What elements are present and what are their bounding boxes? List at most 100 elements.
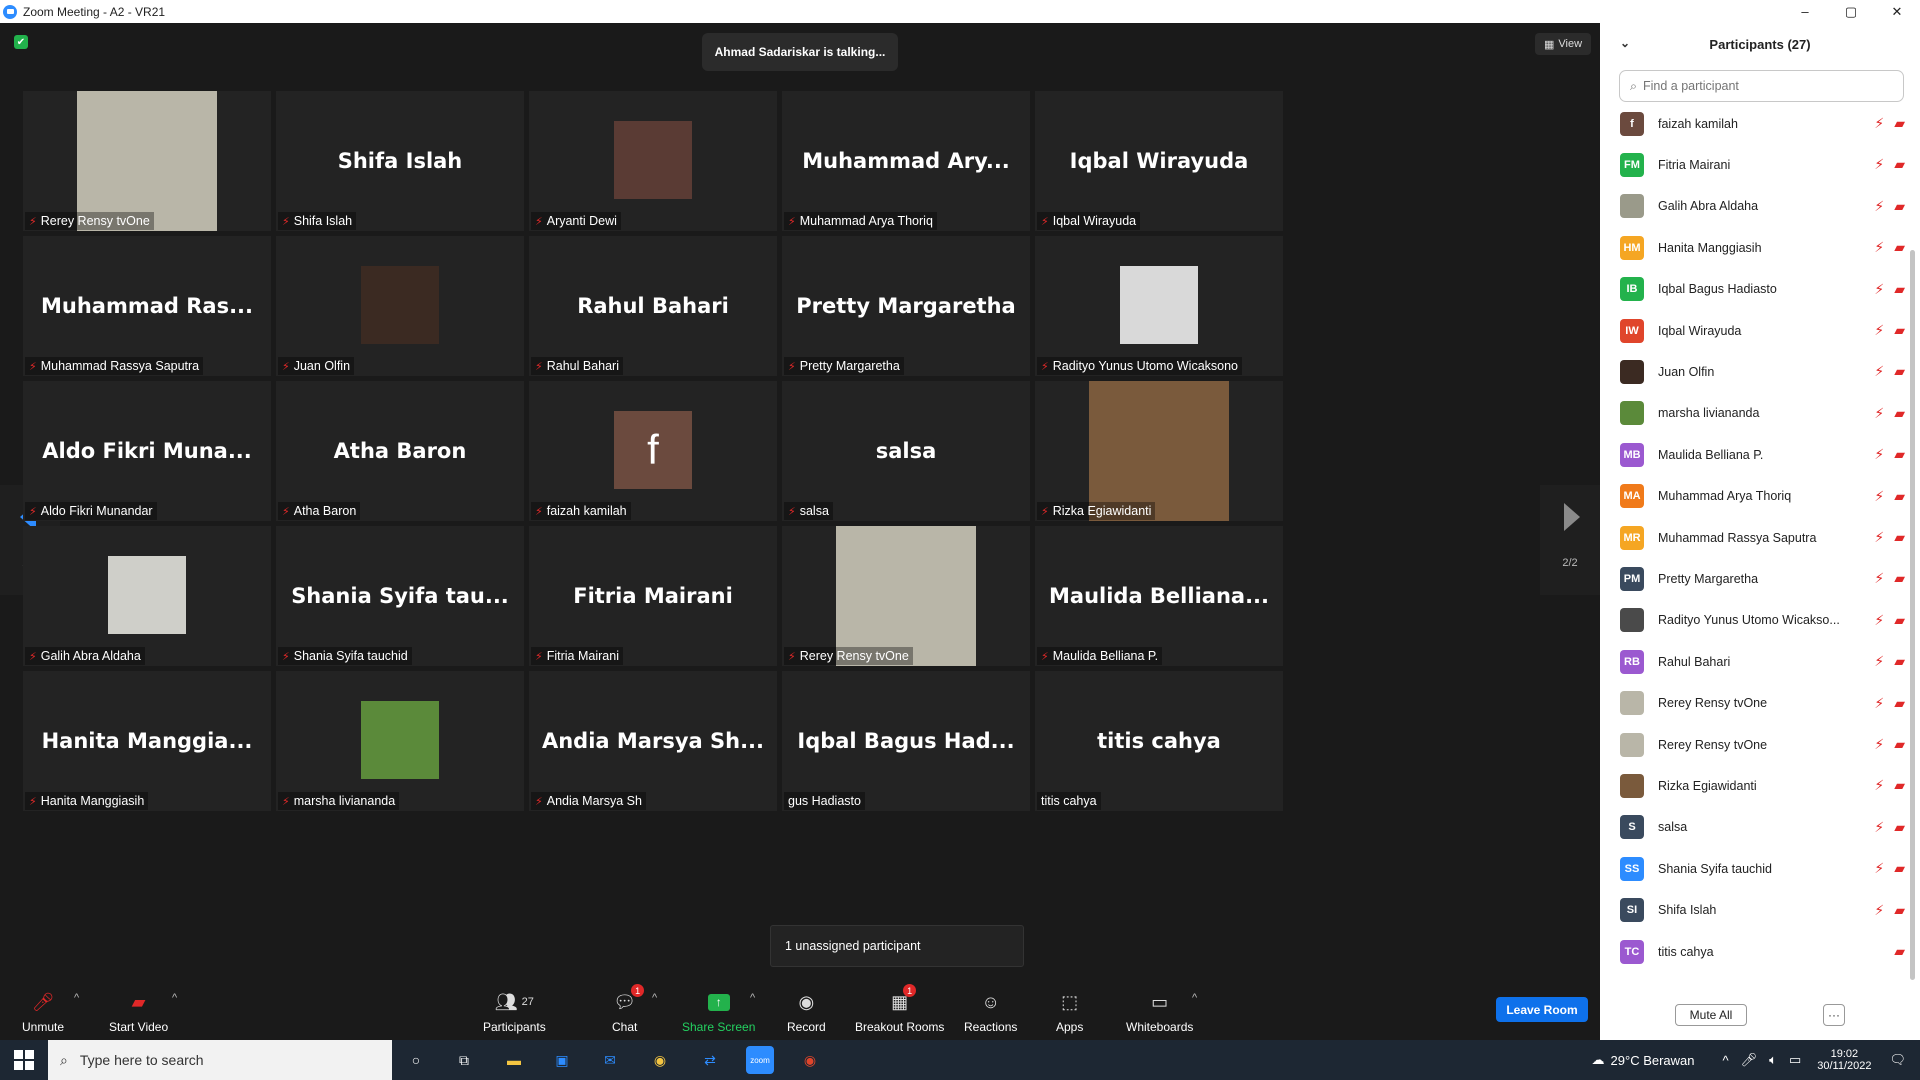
- leave-room-button[interactable]: Leave Room: [1496, 997, 1588, 1022]
- task-view-icon[interactable]: ⧉: [450, 1046, 478, 1074]
- participant-row[interactable]: FM Fitria Mairani ⚡︎ ▰: [1620, 144, 1905, 185]
- video-tile[interactable]: Hanita Manggia... ⚡︎ Hanita Manggiasih: [23, 671, 271, 811]
- audio-options-caret-icon[interactable]: ^: [74, 992, 79, 1004]
- participants-button[interactable]: 👥︎ 27 Participants: [483, 990, 546, 1035]
- video-tile[interactable]: ⚡︎ Rerey Rensy tvOne: [23, 91, 271, 231]
- tray-chevron-icon[interactable]: ^: [1723, 1053, 1729, 1068]
- zoom-app-icon[interactable]: zoom: [746, 1046, 774, 1074]
- chrome-app-icon[interactable]: ◉: [796, 1046, 824, 1074]
- volume-icon[interactable]: 🔈︎: [1769, 1052, 1777, 1068]
- whiteboards-button[interactable]: ▭ Whiteboards: [1126, 990, 1193, 1035]
- participant-row[interactable]: RB Rahul Bahari ⚡︎ ▰: [1620, 641, 1905, 682]
- more-options-button[interactable]: ···: [1823, 1004, 1845, 1026]
- participant-search-input[interactable]: [1643, 79, 1884, 93]
- tile-display-name: titis cahya: [1097, 729, 1221, 753]
- taskbar-search[interactable]: ⌕ Type here to search: [48, 1040, 392, 1080]
- chrome-icon[interactable]: ◉: [646, 1046, 674, 1074]
- video-tile[interactable]: Aldo Fikri Muna... ⚡︎ Aldo Fikri Munandar: [23, 381, 271, 521]
- participant-row[interactable]: Radityo Yunus Utomo Wicakso... ⚡︎ ▰: [1620, 600, 1905, 641]
- notifications-icon[interactable]: 🗨︎: [1889, 1052, 1906, 1068]
- video-tile[interactable]: Shania Syifa tau... ⚡︎ Shania Syifa tauchi…: [276, 526, 524, 666]
- participant-row[interactable]: Galih Abra Aldaha ⚡︎ ▰: [1620, 186, 1905, 227]
- whiteboard-options-caret-icon[interactable]: ^: [1192, 992, 1197, 1004]
- participant-row[interactable]: IB Iqbal Bagus Hadiasto ⚡︎ ▰: [1620, 269, 1905, 310]
- mic-icon[interactable]: 🎤︎: [1741, 1052, 1758, 1068]
- teamviewer-icon[interactable]: ⇄: [696, 1046, 724, 1074]
- participant-row[interactable]: MR Muhammad Rassya Saputra ⚡︎ ▰: [1620, 517, 1905, 558]
- start-video-button[interactable]: ▰ Start Video: [109, 990, 168, 1035]
- apps-button[interactable]: ⬚ Apps: [1056, 990, 1083, 1035]
- windows-taskbar: ⌕ Type here to search ○ ⧉ ▬ ▣ ✉ ◉ ⇄ zoom…: [0, 1040, 1920, 1080]
- participant-row[interactable]: SI Shifa Islah ⚡︎ ▰: [1620, 890, 1905, 931]
- security-shield-icon[interactable]: ✔: [14, 35, 28, 49]
- file-explorer-icon[interactable]: ▬: [500, 1046, 528, 1074]
- breakout-rooms-button[interactable]: ▦ 1 Breakout Rooms: [855, 984, 944, 1034]
- video-tile[interactable]: ⚡︎ Rerey Rensy tvOne: [782, 526, 1030, 666]
- mic-muted-icon: ⚡︎: [788, 505, 796, 518]
- network-icon[interactable]: ▭: [1789, 1052, 1801, 1068]
- video-options-caret-icon[interactable]: ^: [172, 992, 177, 1004]
- video-tile[interactable]: Atha Baron ⚡︎ Atha Baron: [276, 381, 524, 521]
- avatar: [1620, 401, 1644, 426]
- minimize-button[interactable]: –: [1782, 0, 1828, 23]
- tile-display-name: salsa: [875, 439, 937, 463]
- participant-row[interactable]: IW Iqbal Wirayuda ⚡︎ ▰: [1620, 310, 1905, 351]
- participant-row[interactable]: Ssalsa ⚡︎ ▰: [1620, 807, 1905, 848]
- cortana-icon[interactable]: ○: [402, 1046, 430, 1074]
- participant-row[interactable]: Juan Olfin ⚡︎ ▰: [1620, 351, 1905, 392]
- unmute-button[interactable]: 🎤︎ Unmute: [22, 990, 64, 1035]
- record-button[interactable]: ◉ Record: [787, 990, 826, 1035]
- video-tile[interactable]: ⚡︎ Galih Abra Aldaha: [23, 526, 271, 666]
- reactions-button[interactable]: ☺ Reactions: [964, 990, 1017, 1035]
- video-tile[interactable]: Fitria Mairani ⚡︎ Fitria Mairani: [529, 526, 777, 666]
- chat-button[interactable]: 💬︎ 1 Chat: [612, 984, 645, 1034]
- participant-row[interactable]: TC titis cahya ▰: [1620, 931, 1905, 972]
- mute-all-button[interactable]: Mute All: [1675, 1004, 1747, 1026]
- video-tile[interactable]: titis cahya titis cahya: [1035, 671, 1283, 811]
- video-tile[interactable]: Rahul Bahari ⚡︎ Rahul Bahari: [529, 236, 777, 376]
- participant-row[interactable]: Rerey Rensy tvOne ⚡︎ ▰: [1620, 724, 1905, 765]
- windows-start-icon[interactable]: [14, 1050, 34, 1070]
- video-tile[interactable]: Maulida Belliana... ⚡︎ Maulida Belliana P.: [1035, 526, 1283, 666]
- participant-row[interactable]: marsha liviananda ⚡︎ ▰: [1620, 393, 1905, 434]
- participant-row[interactable]: Rerey Rensy tvOne ⚡︎ ▰: [1620, 683, 1905, 724]
- participant-search[interactable]: ⌕: [1619, 70, 1904, 102]
- video-tile[interactable]: ⚡︎ Radityo Yunus Utomo Wicaksono: [1035, 236, 1283, 376]
- participant-list-name: Shania Syifa tauchid: [1658, 861, 1772, 876]
- participant-row[interactable]: MB Maulida Belliana P. ⚡︎ ▰: [1620, 434, 1905, 475]
- video-tile[interactable]: f ⚡︎ faizah kamilah: [529, 381, 777, 521]
- video-tile[interactable]: Shifa Islah ⚡︎ Shifa Islah: [276, 91, 524, 231]
- store-icon[interactable]: ▣: [548, 1046, 576, 1074]
- video-tile[interactable]: ⚡︎ Juan Olfin: [276, 236, 524, 376]
- share-screen-button[interactable]: ↑ Share Screen: [682, 990, 755, 1034]
- woman-lying-hijab-photo: [1089, 381, 1229, 521]
- video-tile[interactable]: ⚡︎ Aryanti Dewi: [529, 91, 777, 231]
- participant-list-scrollbar[interactable]: [1910, 250, 1915, 980]
- participant-name: Pretty Margaretha: [799, 359, 900, 373]
- participant-row[interactable]: MA Muhammad Arya Thoriq ⚡︎ ▰: [1620, 476, 1905, 517]
- maximize-button[interactable]: ▢: [1828, 0, 1874, 23]
- participant-row[interactable]: Rizka Egiawidanti ⚡︎ ▰: [1620, 765, 1905, 806]
- video-tile[interactable]: Muhammad Ary... ⚡︎ Muhammad Arya Thoriq: [782, 91, 1030, 231]
- chat-options-caret-icon[interactable]: ^: [652, 992, 657, 1004]
- participant-row[interactable]: SS Shania Syifa tauchid ⚡︎ ▰: [1620, 848, 1905, 889]
- close-button[interactable]: ✕: [1874, 0, 1920, 23]
- view-button[interactable]: ▦ View: [1535, 33, 1591, 55]
- participant-row[interactable]: PM Pretty Margaretha ⚡︎ ▰: [1620, 558, 1905, 599]
- mail-icon[interactable]: ✉: [596, 1046, 624, 1074]
- video-tile[interactable]: ⚡︎ marsha liviananda: [276, 671, 524, 811]
- video-tile[interactable]: Muhammad Ras... ⚡︎ Muhammad Rassya Saputra: [23, 236, 271, 376]
- avatar: RB: [1620, 649, 1644, 674]
- participant-row[interactable]: HM Hanita Manggiasih ⚡︎ ▰: [1620, 227, 1905, 268]
- video-tile[interactable]: salsa ⚡︎ salsa: [782, 381, 1030, 521]
- collapse-chevron-icon[interactable]: ⌄: [1620, 36, 1630, 50]
- share-options-caret-icon[interactable]: ^: [750, 992, 755, 1004]
- video-tile[interactable]: Iqbal Wirayuda ⚡︎ Iqbal Wirayuda: [1035, 91, 1283, 231]
- participant-row[interactable]: f faizah kamilah ⚡︎ ▰: [1620, 103, 1905, 144]
- participant-name: Shania Syifa tauchid: [293, 649, 408, 663]
- video-tile[interactable]: ⚡︎ Rizka Egiawidanti: [1035, 381, 1283, 521]
- clock[interactable]: 19:02 30/11/2022: [1817, 1048, 1871, 1072]
- video-tile[interactable]: Andia Marsya Sh... ⚡︎ Andia Marsya Sh: [529, 671, 777, 811]
- video-tile[interactable]: Iqbal Bagus Had... gus Hadiasto: [782, 671, 1030, 811]
- video-tile[interactable]: Pretty Margaretha ⚡︎ Pretty Margaretha: [782, 236, 1030, 376]
